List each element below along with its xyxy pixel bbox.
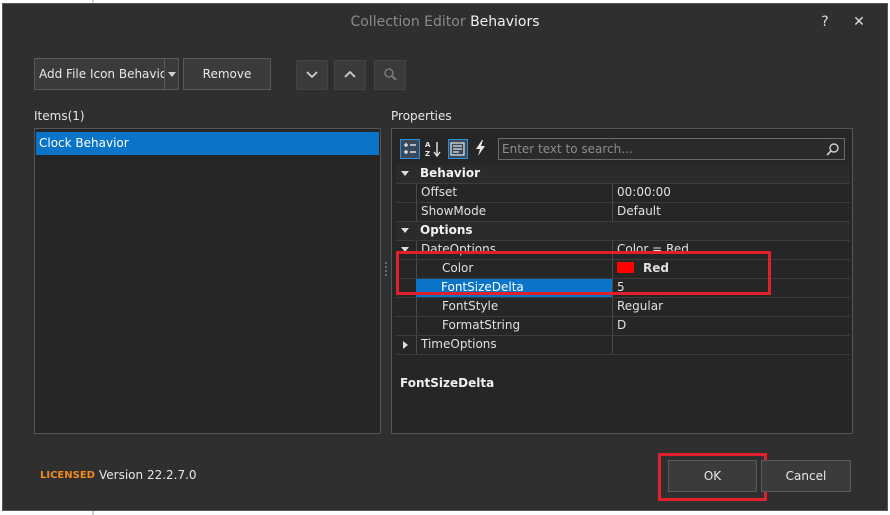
- cancel-button[interactable]: Cancel: [761, 460, 851, 492]
- move-down-button[interactable]: [296, 60, 328, 90]
- property-value[interactable]: [612, 336, 850, 354]
- property-name: ShowMode: [416, 203, 612, 221]
- property-name: FontStyle: [416, 298, 612, 316]
- search-icon: [826, 143, 839, 156]
- search-icon: [384, 68, 397, 81]
- categorized-view-button[interactable]: [400, 139, 420, 159]
- dialog-title: Collection Editor Behaviors: [3, 14, 887, 30]
- collection-editor-dialog: Collection Editor Behaviors ? ✕ Add File…: [2, 3, 888, 511]
- find-button[interactable]: [374, 60, 406, 90]
- property-name: TimeOptions: [416, 336, 612, 354]
- svg-text:Z: Z: [425, 150, 430, 158]
- property-row-timeoptions[interactable]: TimeOptions: [396, 336, 850, 355]
- property-name: Offset: [416, 184, 612, 202]
- add-behavior-dropdown-button[interactable]: [164, 58, 179, 90]
- property-value[interactable]: D: [612, 317, 850, 335]
- help-button[interactable]: ?: [815, 12, 835, 32]
- ok-button[interactable]: OK: [668, 460, 757, 492]
- close-button[interactable]: ✕: [849, 12, 869, 32]
- categorized-icon: [404, 143, 416, 154]
- collapse-icon[interactable]: [401, 228, 409, 233]
- property-pages-icon: [450, 142, 465, 156]
- property-description-title: FontSizeDelta: [400, 376, 495, 390]
- properties-header: Properties: [391, 109, 452, 123]
- property-value[interactable]: Regular: [612, 298, 850, 316]
- category-label: Behavior: [420, 166, 481, 180]
- chevron-up-icon: [344, 70, 356, 78]
- dialog-title-name: Behaviors: [470, 14, 540, 30]
- property-value[interactable]: Default: [612, 203, 850, 221]
- remove-button[interactable]: Remove: [183, 58, 271, 90]
- property-row-offset[interactable]: Offset 00:00:00: [396, 184, 850, 203]
- property-name: FormatString: [416, 317, 612, 335]
- collapse-icon[interactable]: [401, 171, 409, 176]
- dialog-title-prefix: Collection Editor: [350, 14, 466, 30]
- events-tab-button[interactable]: [472, 139, 492, 159]
- expand-icon[interactable]: [403, 341, 408, 349]
- category-behavior[interactable]: Behavior: [396, 165, 850, 184]
- list-item[interactable]: Clock Behavior: [36, 132, 379, 155]
- items-header: Items(1): [34, 109, 85, 123]
- lightning-icon: [476, 140, 485, 156]
- panel-splitter[interactable]: [384, 262, 388, 278]
- property-search-input[interactable]: Enter text to search...: [498, 138, 845, 160]
- version-label: Version 22.2.7.0: [99, 468, 197, 482]
- property-value[interactable]: 00:00:00: [612, 184, 850, 202]
- property-row-formatstring[interactable]: FormatString D: [396, 317, 850, 336]
- sort-alphabetical-icon: A Z: [425, 141, 441, 158]
- move-up-button[interactable]: [334, 60, 366, 90]
- category-options[interactable]: Options: [396, 222, 850, 241]
- chevron-down-icon: [306, 71, 318, 79]
- category-label: Options: [420, 223, 473, 237]
- property-row-showmode[interactable]: ShowMode Default: [396, 203, 850, 222]
- property-row-fontstyle[interactable]: FontStyle Regular: [396, 298, 850, 317]
- add-behavior-button[interactable]: Add File Icon Behavior: [34, 58, 177, 90]
- svg-text:A: A: [425, 141, 431, 149]
- annotation-highlight-properties: [396, 251, 771, 295]
- properties-tab-button[interactable]: [448, 139, 468, 159]
- licensed-badge: LICENSED: [40, 470, 95, 481]
- alphabetical-view-button[interactable]: A Z: [424, 139, 444, 159]
- items-list: Clock Behavior: [34, 128, 381, 434]
- title-bar: Collection Editor Behaviors ? ✕: [3, 4, 887, 40]
